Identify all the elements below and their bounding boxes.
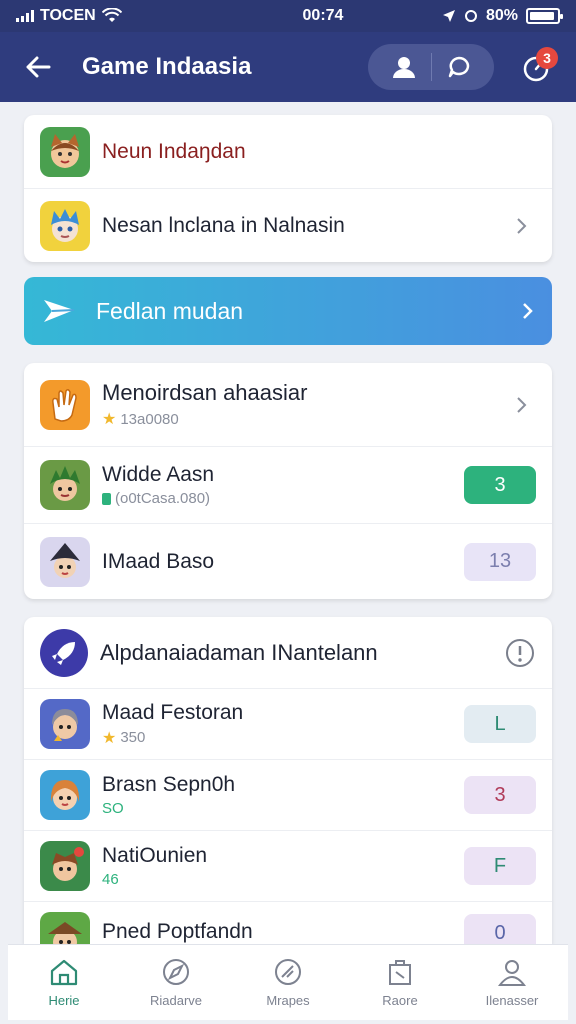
page-title: Game Indaasia: [82, 53, 252, 80]
chat-icon: [448, 56, 469, 78]
nav-home[interactable]: Herie: [8, 945, 120, 1020]
games-card: Menoirdsan ahaasiar ★ 13a0080 Widde Aasn…: [24, 363, 552, 599]
map-icon: [275, 959, 301, 985]
item-title: Nesan lnclana in Nalnasin: [102, 213, 345, 237]
elder-avatar-icon: [40, 699, 90, 749]
info-button[interactable]: [504, 637, 536, 669]
item-subtitle: 46: [102, 871, 119, 888]
account-button[interactable]: [384, 47, 424, 87]
notification-button[interactable]: 3: [514, 45, 558, 89]
item-subtitle: (o0tCasa.080): [115, 490, 211, 507]
wifi-icon: [101, 8, 122, 22]
rating-text: 13a0080: [120, 410, 179, 428]
card-header: Alpdanaiadaman INantelann: [24, 617, 552, 689]
location-icon: [442, 10, 455, 22]
list-item[interactable]: Nesan lnclana in Nalnasin: [24, 189, 552, 262]
status-badge[interactable]: L: [464, 705, 536, 743]
store-icon: [389, 960, 411, 985]
hand-avatar-icon: [40, 379, 90, 430]
item-subtitle: 350: [120, 729, 146, 746]
nav-profile[interactable]: Ilenasser: [456, 945, 568, 1020]
chat-button[interactable]: [439, 47, 479, 87]
list-item[interactable]: Maad Festoran ★ 350 L: [24, 689, 552, 760]
ranger-avatar-icon: [40, 912, 90, 944]
star-icon: ★: [102, 411, 117, 428]
chevron-right-icon: [508, 391, 536, 419]
featured-card: Neun Indaŋdan Nesan lnclana in Nalnasin: [24, 115, 552, 262]
character-avatar-icon: [40, 200, 90, 251]
item-title: Neun Indaŋdan: [102, 139, 246, 163]
home-icon: [50, 959, 78, 986]
chevron-right-icon: [508, 212, 536, 240]
star-icon: ★: [102, 729, 117, 747]
pill-divider: [430, 53, 432, 81]
status-badge[interactable]: F: [464, 847, 536, 885]
rocket-icon: [40, 628, 88, 677]
info-icon: [506, 638, 534, 667]
item-title: Maad Festoran: [102, 700, 244, 724]
witch-avatar-icon: [40, 536, 90, 587]
count-button[interactable]: 13: [464, 542, 536, 581]
item-title: Pned Poptfandn: [102, 920, 253, 943]
status-badge[interactable]: 0: [464, 914, 536, 944]
card-header[interactable]: Menoirdsan ahaasiar ★ 13a0080: [24, 363, 552, 447]
status-bar: TOCEN 00:74 80%: [0, 0, 576, 32]
item-title: Widde Aasn: [102, 463, 215, 486]
item-subtitle: SO: [102, 800, 124, 817]
banner-title: Fedlan mudan: [96, 297, 244, 324]
nav-store[interactable]: Raore: [344, 945, 456, 1020]
list-item[interactable]: Pned Poptfandn 0: [24, 902, 552, 944]
back-arrow-icon: [26, 56, 51, 78]
paper-plane-icon: [44, 300, 75, 322]
nav-label: Riadarve: [149, 993, 203, 1008]
alarm-icon: [464, 10, 477, 22]
girl-avatar-icon: [40, 770, 90, 820]
back-button[interactable]: [18, 47, 58, 87]
nav-maps[interactable]: Mrapes: [232, 945, 344, 1020]
profile-icon: [497, 960, 527, 986]
app-header: Game Indaasia 3: [0, 32, 576, 102]
user-icon: [392, 57, 415, 78]
nav-label: Raore: [382, 993, 418, 1008]
nav-explore[interactable]: Riadarve: [120, 945, 232, 1020]
header-actions: [368, 44, 494, 90]
item-title: Brasn Sepn0h: [102, 773, 236, 796]
collection-card: Alpdanaiadaman INantelann Maad Festoran …: [24, 617, 552, 944]
chevron-right-icon: [523, 303, 533, 319]
nav-label: Ilenasser: [485, 993, 539, 1008]
item-title: NatiOunien: [102, 844, 208, 867]
list-item[interactable]: IMaad Baso 13: [24, 524, 552, 599]
fox-avatar-icon: [40, 126, 90, 177]
item-title: IMaad Baso: [102, 549, 215, 573]
promo-banner[interactable]: Fedlan mudan: [24, 277, 552, 345]
signal-icon: [16, 10, 34, 22]
battery-icon: [526, 8, 563, 24]
section-title: Alpdanaiadaman INantelann: [100, 639, 378, 665]
nav-label: Mrapes: [266, 993, 310, 1008]
list-item[interactable]: NatiOunien 46 F: [24, 831, 552, 902]
warrior-avatar-icon: [40, 460, 90, 510]
status-badge[interactable]: 3: [464, 776, 536, 814]
hero-avatar-icon: [40, 841, 90, 891]
gem-icon: [102, 492, 111, 505]
list-item[interactable]: Neun Indaŋdan: [24, 115, 552, 189]
section-title: Menoirdsan ahaasiar: [102, 380, 308, 405]
nav-label: Herie: [48, 993, 80, 1008]
battery-percent: 80%: [485, 7, 518, 24]
bottom-nav: Herie Riadarve Mrapes Raore Ilenasser: [8, 944, 568, 1020]
list-item[interactable]: Widde Aasn (o0tCasa.080) 3: [24, 447, 552, 524]
compass-icon: [163, 959, 189, 985]
carrier-label: TOCEN: [40, 7, 96, 24]
notification-badge: 3: [536, 47, 558, 69]
count-button[interactable]: 3: [464, 466, 536, 504]
status-time: 00:74: [302, 7, 344, 24]
list-item[interactable]: Brasn Sepn0h SO 3: [24, 760, 552, 831]
